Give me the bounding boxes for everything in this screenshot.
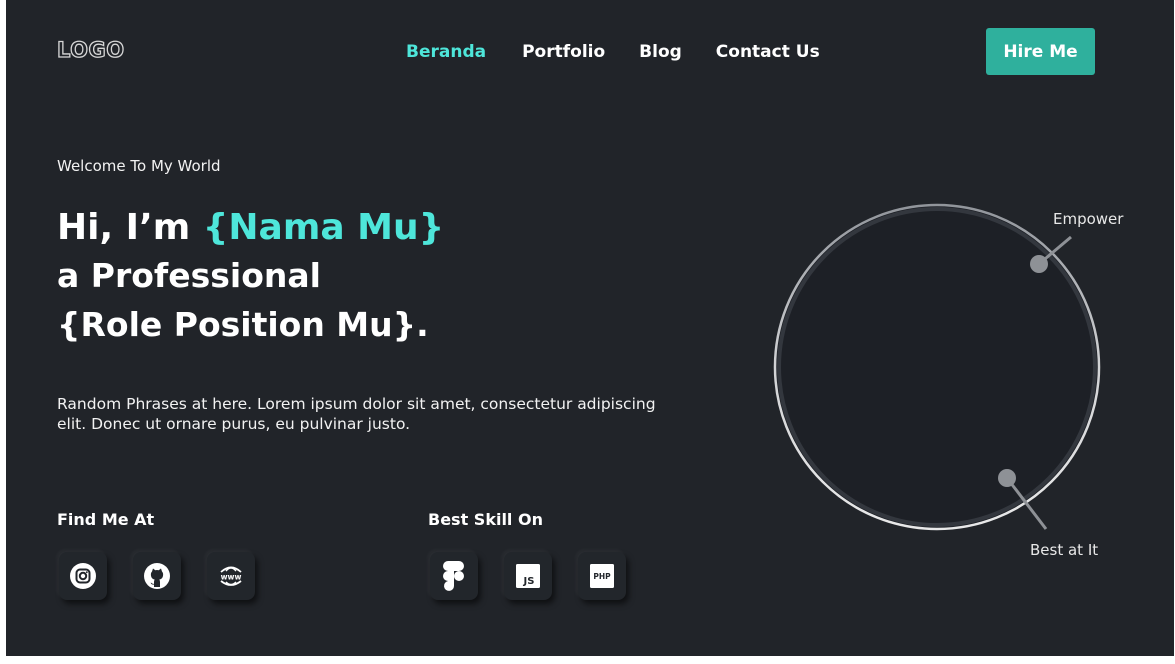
best-skill-title: Best Skill On (428, 510, 543, 529)
empower-dot (1030, 255, 1048, 273)
php-label: PHP (593, 572, 611, 581)
headline-line-2: a Professional (57, 256, 321, 295)
figma-button[interactable] (430, 552, 478, 600)
nav-link-portfolio[interactable]: Portfolio (522, 42, 605, 62)
welcome-text: Welcome To My World (57, 157, 221, 175)
php-icon: PHP (590, 564, 614, 588)
best-dot (998, 469, 1016, 487)
website-button[interactable]: www (207, 552, 255, 600)
figma-icon (443, 561, 464, 591)
github-icon (144, 563, 170, 589)
javascript-button[interactable]: JS (504, 552, 552, 600)
php-button[interactable]: PHP (578, 552, 626, 600)
best-at-it-label: Best at It (1030, 541, 1099, 559)
headline-line-1: Hi, I’m {Nama Mu} (57, 205, 444, 251)
svg-text:www: www (221, 573, 242, 582)
instagram-button[interactable] (59, 552, 107, 600)
github-button[interactable] (133, 552, 181, 600)
nav-link-blog[interactable]: Blog (639, 42, 682, 62)
main-nav: Beranda Portfolio Blog Contact Us (406, 42, 820, 62)
find-me-title: Find Me At (57, 510, 155, 529)
nav-link-beranda[interactable]: Beranda (406, 42, 486, 62)
www-icon: www (220, 566, 242, 586)
greeting-text: Hi, I’m (57, 207, 203, 248)
hero-headline: Hi, I’m {Nama Mu} a Professional {Role P… (57, 205, 444, 349)
js-label: JS (523, 576, 535, 587)
headline-line-3: {Role Position Mu}. (57, 305, 429, 344)
hero-description: Random Phrases at here. Lorem ipsum dolo… (57, 395, 656, 433)
page: LOGO Beranda Portfolio Blog Contact Us H… (6, 0, 1174, 656)
logo[interactable]: LOGO (56, 37, 124, 62)
name-text: {Nama Mu} (202, 207, 445, 248)
decorative-circle (756, 200, 1156, 560)
instagram-icon (70, 563, 96, 589)
javascript-icon: JS (516, 564, 540, 588)
nav-link-contact-us[interactable]: Contact Us (716, 42, 820, 62)
hire-me-button[interactable]: Hire Me (986, 28, 1095, 75)
empower-label: Empower (1053, 210, 1124, 228)
circle-graphic (773, 203, 1101, 531)
